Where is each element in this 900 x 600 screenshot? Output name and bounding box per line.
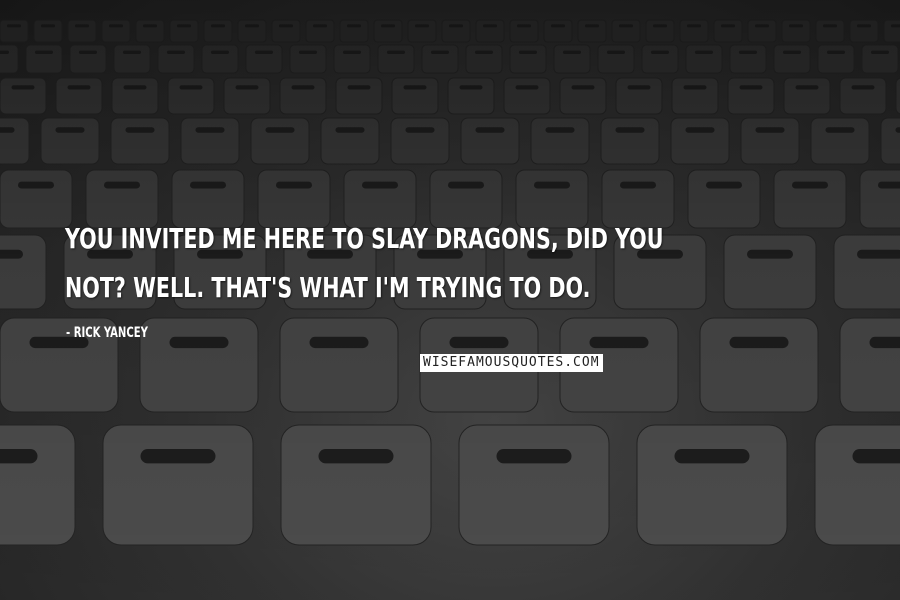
quote-author: - Rick Yancey [66,325,148,341]
watermark-badge: wisefamousquotes.com [420,354,603,372]
quote-card: You invited me here to slay dragons, did… [0,0,900,600]
quote-text: You invited me here to slay dragons, did… [65,222,664,304]
